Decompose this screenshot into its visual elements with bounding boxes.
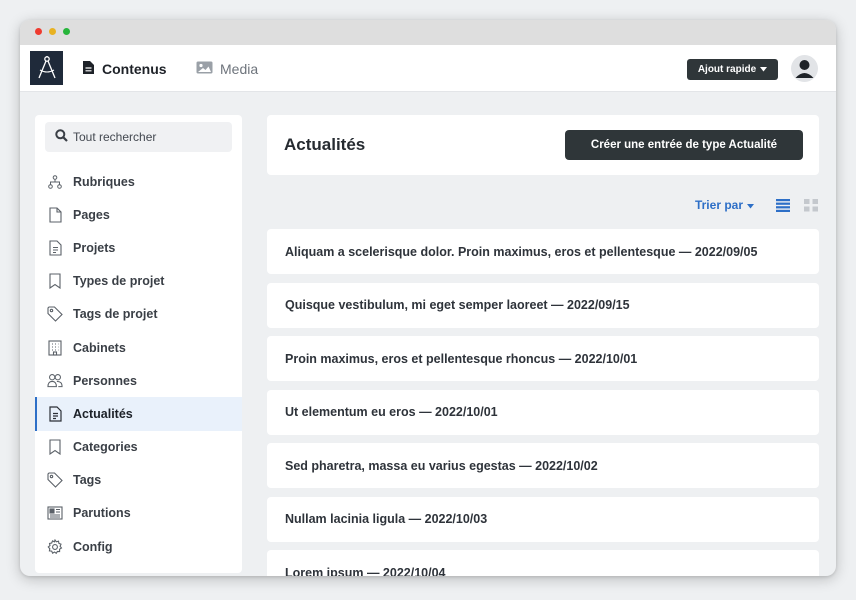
sidebar-item-label: Rubriques: [73, 174, 135, 189]
sort-label: Trier par: [694, 198, 743, 212]
sidebar-item-tags[interactable]: Tags: [35, 464, 242, 497]
search-icon: [55, 129, 68, 145]
sidebar-item-rubriques[interactable]: Rubriques: [35, 165, 242, 198]
sidebar-item-cabinets[interactable]: Cabinets: [35, 331, 242, 364]
document-icon: [82, 60, 95, 78]
list-item[interactable]: Lorem ipsum — 2022/10/04: [267, 550, 819, 576]
caret-down-icon: [760, 64, 768, 75]
create-entry-button[interactable]: Créer une entrée de type Actualité: [565, 130, 803, 160]
tab-media-label: Media: [220, 60, 259, 77]
sidebar-item-config[interactable]: Config: [35, 530, 242, 563]
quick-add-label: Ajout rapide: [697, 64, 757, 75]
top-navigation-bar: Contenus Media Ajout rapide: [20, 45, 836, 92]
list-view-icon[interactable]: [775, 197, 791, 213]
search-box[interactable]: [45, 122, 232, 152]
sidebar-nav: Rubriques Pages Projets Types de projet …: [35, 165, 242, 563]
sidebar-item-label: Types de projet: [73, 274, 165, 289]
sidebar-item-pages[interactable]: Pages: [35, 198, 242, 231]
page-header: Actualités Créer une entrée de type Actu…: [267, 115, 819, 175]
search-input[interactable]: [73, 130, 223, 144]
image-icon: [196, 61, 213, 77]
sidebar-item-categories[interactable]: Categories: [35, 431, 242, 464]
sidebar-item-label: Pages: [73, 207, 110, 222]
app-window: Contenus Media Ajout rapide Tout recherc…: [20, 20, 836, 576]
close-window-button[interactable]: [35, 28, 42, 35]
entries-list: Aliquam a scelerisque dolor. Proin maxim…: [267, 229, 819, 576]
sidebar-item-label: Tags: [73, 473, 102, 488]
gear-icon: [47, 538, 63, 555]
sidebar-item-label: Config: [73, 539, 113, 554]
sidebar-item-types-de-projet[interactable]: Types de projet: [35, 265, 242, 298]
sidebar: Rubriques Pages Projets: [35, 115, 242, 573]
list-item[interactable]: Proin maximus, eros et pellentesque rhon…: [267, 336, 819, 381]
file-text-icon: [47, 406, 63, 422]
tab-media[interactable]: Media: [196, 45, 258, 92]
file-text-icon: [47, 240, 63, 256]
sidebar-item-label: Categories: [73, 440, 138, 455]
sidebar-item-label: Cabinets: [73, 340, 126, 355]
list-toolbar: Trier par: [267, 195, 819, 215]
list-item[interactable]: Quisque vestibulum, mi eget semper laore…: [267, 282, 819, 328]
tab-contenus[interactable]: Contenus: [82, 45, 167, 92]
list-item[interactable]: Sed pharetra, massa eu varius egestas — …: [267, 443, 819, 488]
tab-contenus-label: Contenus: [102, 60, 167, 77]
sidebar-item-personnes[interactable]: Personnes: [35, 364, 242, 397]
sidebar-item-label: Projets: [73, 240, 116, 255]
list-item[interactable]: Nullam lacinia ligula — 2022/10/03: [267, 496, 819, 542]
caret-down-icon: [747, 198, 754, 212]
quick-add-button[interactable]: Ajout rapide: [687, 59, 778, 80]
maximize-window-button[interactable]: [63, 28, 70, 35]
page-icon: [47, 207, 63, 223]
tag-icon: [47, 472, 63, 489]
sidebar-item-projets[interactable]: Projets: [35, 231, 242, 264]
bookmark-icon: [47, 439, 63, 456]
building-icon: [47, 339, 63, 356]
title-bar: [20, 20, 836, 45]
list-item[interactable]: Ut elementum eu eros — 2022/10/01: [267, 389, 819, 435]
compass-icon[interactable]: [30, 51, 63, 85]
sitemap-icon: [47, 174, 63, 190]
sidebar-item-label: Personnes: [73, 373, 137, 388]
sidebar-item-actualites[interactable]: Actualités: [35, 397, 242, 431]
sidebar-item-parutions[interactable]: Parutions: [35, 497, 242, 530]
page-title: Actualités: [284, 135, 366, 154]
tag-icon: [47, 306, 63, 323]
sidebar-item-tags-de-projet[interactable]: Tags de projet: [35, 298, 242, 331]
sidebar-item-label: Parutions: [73, 506, 131, 521]
sidebar-item-label: Actualités: [73, 406, 133, 421]
newspaper-icon: [47, 505, 63, 521]
list-item[interactable]: Aliquam a scelerisque dolor. Proin maxim…: [267, 229, 819, 274]
user-icon[interactable]: [791, 55, 818, 82]
sort-dropdown[interactable]: Trier par: [695, 198, 754, 212]
sidebar-item-label: Tags de projet: [73, 307, 158, 322]
users-icon: [47, 373, 63, 389]
bookmark-icon: [47, 273, 63, 290]
grid-view-icon[interactable]: [803, 197, 819, 213]
minimize-window-button[interactable]: [49, 28, 56, 35]
